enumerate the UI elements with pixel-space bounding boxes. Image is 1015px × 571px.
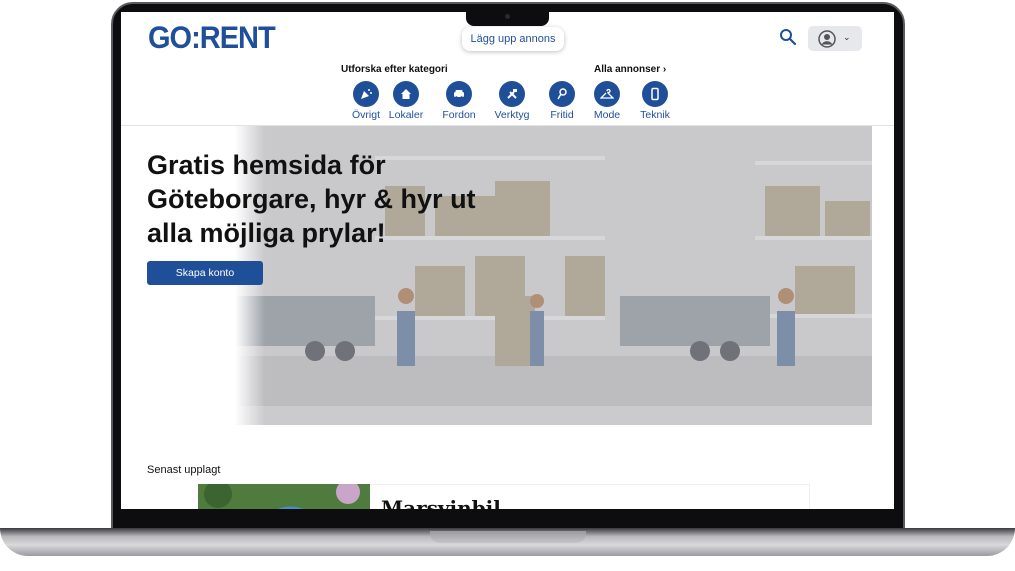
category-label: Teknik bbox=[640, 109, 670, 121]
post-ad-button[interactable]: Lägg upp annons bbox=[462, 27, 564, 51]
listing-title[interactable]: Marsvinbil bbox=[381, 496, 501, 509]
user-circle-icon bbox=[818, 30, 836, 48]
profile-menu-button[interactable]: ⌄ bbox=[808, 26, 862, 51]
browser-viewport: GO:RENT Lägg upp annons ⌄ Utforska efter… bbox=[121, 12, 894, 509]
category-item-lokaler[interactable]: Lokaler bbox=[376, 81, 436, 121]
laptop-hinge bbox=[430, 531, 586, 543]
site-logo[interactable]: GO:RENT bbox=[148, 20, 276, 56]
hanger-icon bbox=[594, 81, 620, 107]
hero-headline: Gratis hemsida för Göteborgare, hyr & hy… bbox=[147, 150, 476, 248]
chevron-right-icon: › bbox=[662, 64, 667, 75]
create-account-button[interactable]: Skapa konto bbox=[147, 261, 263, 285]
fritid-icon bbox=[549, 81, 575, 107]
laptop-frame: GO:RENT Lägg upp annons ⌄ Utforska efter… bbox=[0, 0, 1015, 571]
all-ads-label: Alla annonser bbox=[594, 64, 661, 75]
all-ads-link[interactable]: Alla annonser › bbox=[594, 64, 666, 75]
category-item-fordon[interactable]: Fordon bbox=[429, 81, 489, 121]
search-icon[interactable] bbox=[779, 28, 797, 46]
category-label: Lokaler bbox=[388, 109, 424, 121]
phone-icon bbox=[642, 81, 668, 107]
house-icon bbox=[393, 81, 419, 107]
camera-icon bbox=[505, 14, 510, 19]
listing-image[interactable] bbox=[198, 484, 370, 509]
tools-icon bbox=[499, 81, 525, 107]
car-icon bbox=[446, 81, 472, 107]
category-heading: Utforska efter kategori bbox=[341, 64, 448, 75]
category-label: Fordon bbox=[442, 109, 476, 121]
latest-heading: Senast upplagt bbox=[147, 464, 221, 476]
category-item-teknik[interactable]: Teknik bbox=[625, 81, 685, 121]
chevron-down-icon: ⌄ bbox=[843, 32, 851, 42]
